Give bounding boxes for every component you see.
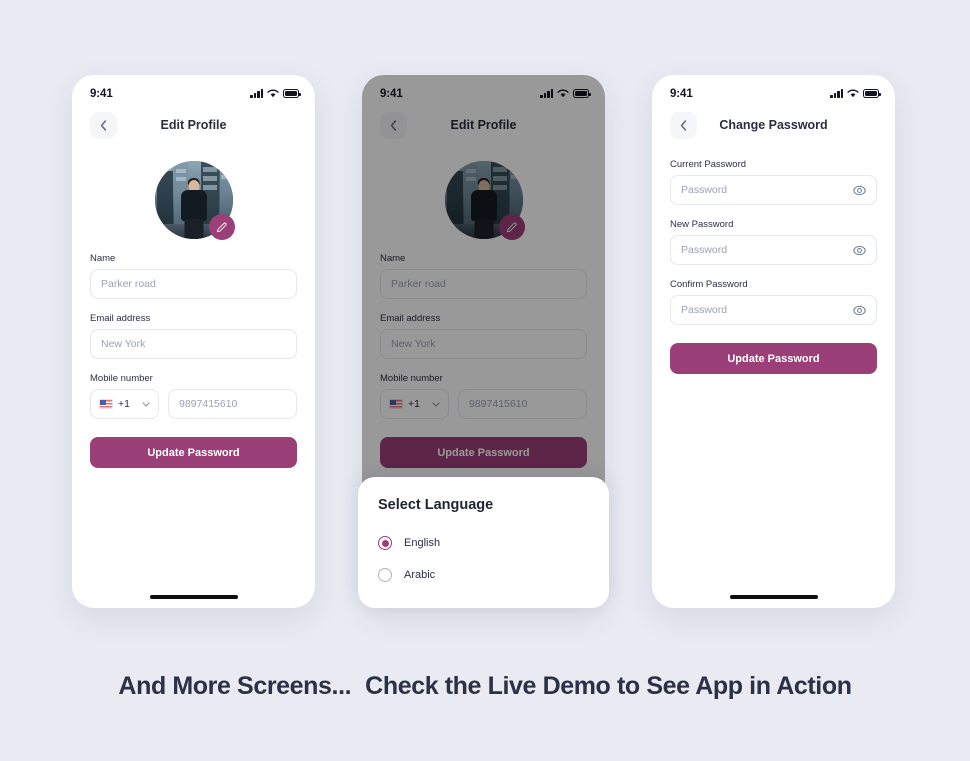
avatar[interactable] <box>154 161 235 240</box>
caption-part-2: Check the Live Demo to See App in Action <box>365 672 852 700</box>
field-label: Confirm Password <box>670 279 748 290</box>
field-group-new-password: New Password Password <box>670 219 877 265</box>
home-indicator <box>729 595 818 599</box>
avatar-edit-button[interactable] <box>208 214 235 240</box>
chevron-left-icon <box>100 119 107 131</box>
input-placeholder: 9897415610 <box>179 398 238 410</box>
screen-change-password: 9:41 Change Password Current Password Pa… <box>652 75 895 608</box>
cellular-signal-icon <box>250 89 263 98</box>
field-group-name: Name Parker road <box>90 253 297 299</box>
status-bar-time: 9:41 <box>670 87 693 100</box>
status-bar: 9:41 <box>652 75 895 105</box>
back-button[interactable] <box>670 111 697 139</box>
battery-icon <box>863 89 881 98</box>
home-indicator <box>149 595 238 599</box>
phone-mockup-edit-profile: 9:41 Edit Profile Name Parker road Email… <box>72 75 315 608</box>
country-code-select[interactable]: +1 <box>90 389 159 419</box>
language-option-english[interactable]: English <box>378 530 589 556</box>
chevron-down-icon <box>142 401 150 407</box>
update-password-button[interactable]: Update Password <box>90 437 297 468</box>
battery-icon <box>283 89 301 98</box>
status-bar-icons <box>250 89 301 98</box>
field-label: Current Password <box>670 159 747 170</box>
language-option-label: English <box>404 537 441 549</box>
select-language-sheet: Select Language English Arabic <box>358 477 609 608</box>
input-placeholder: Password <box>681 244 728 256</box>
poster-stage: 9:41 Edit Profile Name Parker road Email… <box>0 0 970 761</box>
cellular-signal-icon <box>830 89 843 98</box>
screen-edit-profile: 9:41 Edit Profile Name Parker road Email… <box>72 75 315 608</box>
email-input[interactable]: New York <box>90 329 297 359</box>
field-group-mobile: Mobile number +1 9897415610 <box>90 373 297 419</box>
back-button[interactable] <box>90 111 117 139</box>
field-label: Name <box>90 253 116 264</box>
screen-header: Edit Profile <box>72 105 315 145</box>
eye-icon[interactable] <box>853 184 866 197</box>
language-option-label: Arabic <box>404 569 436 581</box>
new-password-input[interactable]: Password <box>670 235 877 265</box>
sheet-title: Select Language <box>378 497 494 513</box>
change-password-form: Current Password Password New Password P… <box>652 159 895 374</box>
caption-part-1: And More Screens... <box>118 672 352 700</box>
status-bar-icons <box>830 89 881 98</box>
input-placeholder: Password <box>681 184 728 196</box>
status-bar-time: 9:41 <box>90 87 113 100</box>
pencil-edit-icon <box>217 222 227 232</box>
input-placeholder: Password <box>681 304 728 316</box>
field-label: Mobile number <box>90 373 153 384</box>
screen-header: Change Password <box>652 105 895 145</box>
current-password-input[interactable]: Password <box>670 175 877 205</box>
name-input[interactable]: Parker road <box>90 269 297 299</box>
profile-form: Name Parker road Email address New York … <box>72 253 315 468</box>
mobile-number-row: +1 9897415610 <box>90 389 297 419</box>
field-group-confirm-password: Confirm Password Password <box>670 279 877 325</box>
update-password-button[interactable]: Update Password <box>670 343 877 374</box>
radio-button[interactable] <box>378 568 392 582</box>
field-group-current-password: Current Password Password <box>670 159 877 205</box>
eye-icon[interactable] <box>853 304 866 317</box>
country-code-value: +1 <box>118 398 130 410</box>
mobile-number-input[interactable]: 9897415610 <box>168 389 297 419</box>
chevron-left-icon <box>680 119 687 131</box>
field-label: Email address <box>90 313 151 324</box>
us-flag-icon <box>99 399 113 409</box>
field-group-email: Email address New York <box>90 313 297 359</box>
wifi-icon <box>267 89 279 98</box>
language-option-arabic[interactable]: Arabic <box>378 562 589 588</box>
field-label: New Password <box>670 219 734 230</box>
phone-mockup-change-password: 9:41 Change Password Current Password Pa… <box>652 75 895 608</box>
poster-caption: And More Screens... Check the Live Demo t… <box>0 672 970 701</box>
confirm-password-input[interactable]: Password <box>670 295 877 325</box>
status-bar: 9:41 <box>72 75 315 105</box>
radio-button-selected[interactable] <box>378 536 392 550</box>
eye-icon[interactable] <box>853 244 866 257</box>
wifi-icon <box>847 89 859 98</box>
input-placeholder: Parker road <box>101 278 156 290</box>
input-placeholder: New York <box>101 338 146 350</box>
